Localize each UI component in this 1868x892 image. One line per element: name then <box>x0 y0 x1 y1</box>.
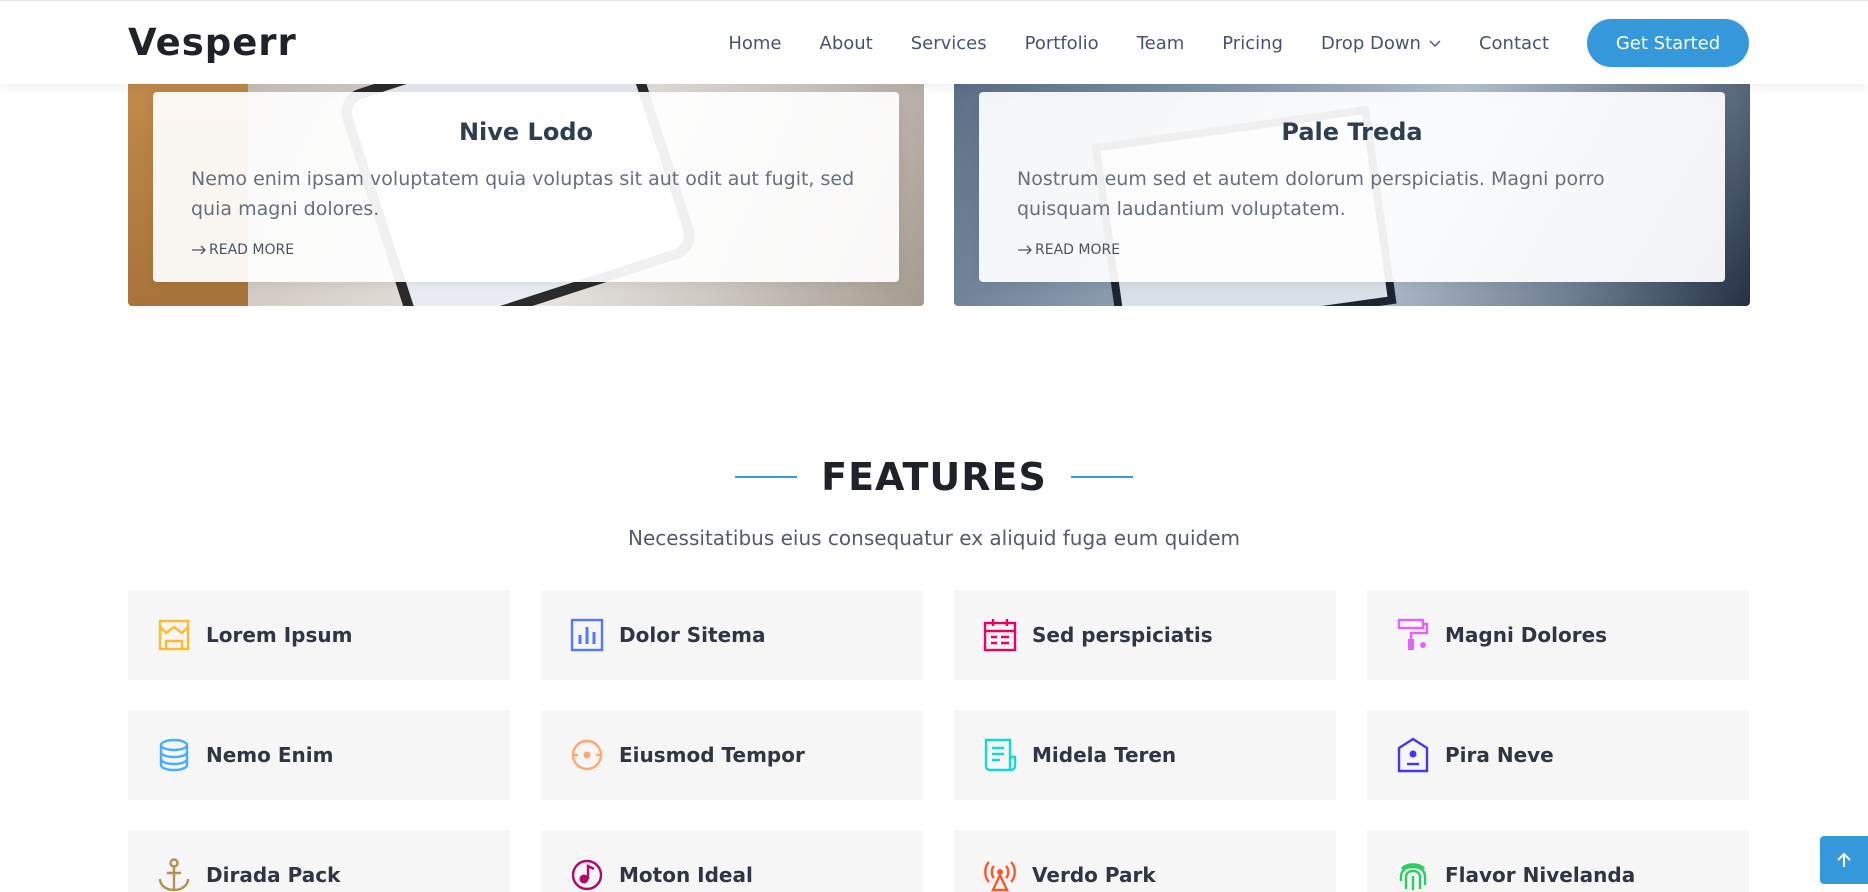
price-tag-icon <box>1397 737 1429 773</box>
site-header: Vesperr Home About Services Portfolio Te… <box>0 0 1868 84</box>
feature-label: Dirada Pack <box>206 863 341 887</box>
nav-services[interactable]: Services <box>911 33 987 54</box>
file-list-icon <box>984 738 1017 772</box>
broadcast-icon <box>984 861 1016 892</box>
blog-card-text: Nostrum eum sed et autem dolorum perspic… <box>1017 168 1605 220</box>
feature-item[interactable]: Dolor Sitema <box>541 590 923 680</box>
feature-label: Sed perspiciatis <box>1032 623 1213 647</box>
arrow-up-icon <box>1837 852 1851 867</box>
fingerprint-icon <box>1399 863 1427 890</box>
read-more-label: READ MORE <box>209 242 295 258</box>
read-more-label: READ MORE <box>1035 242 1121 258</box>
anchor-icon <box>158 858 190 892</box>
store-icon <box>158 619 190 651</box>
feature-label: Moton Ideal <box>619 863 753 887</box>
feature-label: Pira Neve <box>1445 743 1554 767</box>
disc-icon <box>571 859 603 891</box>
site-logo[interactable]: Vesperr <box>128 21 297 64</box>
gradienter-icon <box>571 739 603 771</box>
feature-item[interactable]: Sed perspiciatis <box>954 590 1336 680</box>
blog-card-content: Pale Treda Nostrum eum sed et autem dolo… <box>979 92 1725 282</box>
arrow-right-icon <box>1018 245 1032 255</box>
blog-card: Nive Lodo Nemo enim ipsam voluptatem qui… <box>128 84 924 306</box>
paint-roller-icon <box>1397 618 1429 650</box>
bar-chart-icon <box>570 618 604 652</box>
feature-label: Nemo Enim <box>206 743 334 767</box>
read-more-link[interactable]: READ MORE <box>191 242 294 258</box>
blog-card-content: Nive Lodo Nemo enim ipsam voluptatem qui… <box>153 92 899 282</box>
feature-item[interactable]: Verdo Park <box>954 830 1336 892</box>
database-icon <box>159 738 189 772</box>
nav-pricing[interactable]: Pricing <box>1222 33 1283 54</box>
blog-card: Pale Treda Nostrum eum sed et autem dolo… <box>954 84 1750 306</box>
blog-card-text: Nemo enim ipsam voluptatem quia voluptas… <box>191 168 855 220</box>
arrow-right-icon <box>192 245 206 255</box>
feature-item[interactable]: Pira Neve <box>1367 710 1749 800</box>
feature-label: Eiusmod Tempor <box>619 743 805 767</box>
nav-about[interactable]: About <box>820 33 873 54</box>
nav-home[interactable]: Home <box>728 33 781 54</box>
back-to-top-button[interactable] <box>1820 836 1868 884</box>
read-more-link[interactable]: READ MORE <box>1017 242 1120 258</box>
chevron-down-icon <box>1429 40 1441 47</box>
feature-item[interactable]: Eiusmod Tempor <box>541 710 923 800</box>
feature-label: Midela Teren <box>1032 743 1177 767</box>
blog-card-title[interactable]: Pale Treda <box>979 118 1725 146</box>
feature-item[interactable]: Flavor Nivelanda <box>1367 830 1749 892</box>
nav-dropdown[interactable]: Drop Down <box>1321 33 1441 54</box>
feature-label: Lorem Ipsum <box>206 623 353 647</box>
feature-item[interactable]: Midela Teren <box>954 710 1336 800</box>
main-nav: Home About Services Portfolio Team Prici… <box>690 1 1868 85</box>
features-subtitle: Necessitatibus eius consequatur ex aliqu… <box>627 526 1241 550</box>
feature-item[interactable]: Moton Ideal <box>541 830 923 892</box>
feature-label: Flavor Nivelanda <box>1445 863 1636 887</box>
nav-portfolio[interactable]: Portfolio <box>1025 33 1099 54</box>
feature-item[interactable]: Nemo Enim <box>128 710 510 800</box>
feature-label: Verdo Park <box>1032 863 1156 887</box>
blog-card-title[interactable]: Nive Lodo <box>153 118 899 146</box>
feature-item[interactable]: Magni Dolores <box>1367 590 1749 680</box>
nav-contact[interactable]: Contact <box>1479 33 1549 54</box>
feature-label: Dolor Sitema <box>619 623 766 647</box>
heading-line-left <box>734 476 797 478</box>
feature-item[interactable]: Dirada Pack <box>128 830 510 892</box>
features-heading: FEATURES <box>0 455 1868 499</box>
calendar-icon <box>983 619 1017 652</box>
nav-team[interactable]: Team <box>1137 33 1185 54</box>
nav-dropdown-label: Drop Down <box>1320 32 1421 54</box>
features-title: FEATURES <box>821 455 1047 499</box>
feature-label: Magni Dolores <box>1445 623 1608 647</box>
feature-item[interactable]: Lorem Ipsum <box>128 590 510 680</box>
heading-line-right <box>1071 476 1134 478</box>
get-started-button[interactable]: Get Started <box>1587 19 1749 67</box>
